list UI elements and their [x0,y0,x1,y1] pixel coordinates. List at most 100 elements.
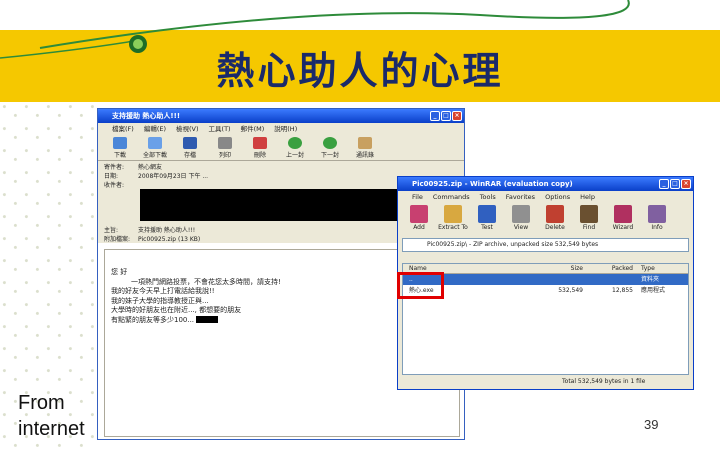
delete-label: 刪除 [253,152,266,159]
test-label: Test [481,224,493,231]
body-line: 我的妹子大學的指導教授正與... [111,296,209,305]
extract-to-button[interactable]: Extract To [438,205,468,235]
download-all-button[interactable]: 全部下載 [139,135,171,160]
info-button[interactable]: Info [642,205,672,235]
from-label: 寄件者: [104,164,125,171]
archive-path: Pic00925.zip\ - ZIP archive, unpacked si… [427,241,599,248]
attachment-link[interactable]: Pic00925.zip (13 KB) [138,235,200,244]
winrar-toolbar: Add Extract To Test View Delete Find Wiz… [398,203,693,237]
file-size: 532,549 [558,287,583,294]
save-icon [183,137,197,149]
save-label: 存檔 [183,152,196,159]
email-body-text: 您 好 一項熱門網路投票，不會花您太多時間，請支持! 我的好友今天早上打電話給我說… [111,268,281,326]
info-label: Info [651,224,663,231]
close-button[interactable]: × [681,179,691,189]
file-row[interactable]: .. 資料夾 [403,274,688,285]
body-line: 您 好 [111,268,128,276]
address-book-button[interactable]: 通訊錄 [349,135,381,160]
close-button[interactable]: × [452,111,462,121]
download-label: 下載 [113,152,126,159]
subject-value: 支持援助 熱心助人!!! [138,227,196,234]
body-line-with-redaction: 有點緊的朋友等多少100... [111,316,281,326]
add-label: Add [413,224,425,231]
to-label: 收件者: [104,182,125,189]
extract-icon [444,205,462,223]
winrar-menubar: File Commands Tools Favorites Options He… [398,191,693,203]
body-line: 大學時的好朋友也在附近..., 都想要的朋友 [111,306,242,315]
file-packed: 12,855 [612,287,633,294]
email-toolbar: 下載 全部下載 存檔 列印 刪除 上一封 下一封 通訊錄 [98,135,464,161]
minimize-button[interactable]: _ [659,179,669,189]
next-button[interactable]: 下一封 [314,135,346,160]
download-icon [113,137,127,149]
file-row[interactable]: 熱心.exe 532,549 12,855 應用程式 [403,285,688,296]
menu-edit[interactable]: 編輯(E) [144,123,166,135]
email-title: 支持援助 熱心助人!!! [112,112,181,120]
download-all-icon [148,137,162,149]
status-bar: Total 532,549 bytes in 1 file [562,378,646,385]
download-button[interactable]: 下載 [104,135,136,160]
slide-title: 熱心助人的心理 [216,49,504,93]
delete-button[interactable]: Delete [540,205,570,235]
view-icon [512,205,530,223]
add-button[interactable]: Add [404,205,434,235]
menu-file[interactable]: File [412,191,423,203]
file-size [533,274,583,285]
up-arrow-icon [288,137,302,149]
menu-options[interactable]: Options [545,191,570,203]
page-number: 39 [644,417,659,432]
archive-file-list: Name Size Packed Type .. 資料夾 熱心.exe 532,… [402,263,689,375]
save-button[interactable]: 存檔 [174,135,206,160]
menu-file[interactable]: 檔案(F) [112,123,134,135]
winrar-title: Pic00925.zip - WinRAR (evaluation copy) [412,180,573,188]
body-line: 有點緊的朋友等多少100... [111,315,195,324]
date-value: 2008年09月23日 下午 ... [138,173,209,180]
attachment-label: 附加檔案: [104,236,131,243]
previous-button[interactable]: 上一封 [279,135,311,160]
file-type: 資料夾 [641,276,660,283]
minimize-button[interactable]: _ [430,111,440,121]
add-icon [410,205,428,223]
wizard-icon [614,205,632,223]
menu-help[interactable]: 說明(H) [274,123,297,135]
col-packed[interactable]: Packed [583,264,633,273]
maximize-button[interactable]: □ [670,179,680,189]
menu-tools[interactable]: Tools [480,191,496,203]
menu-view[interactable]: 檢視(V) [176,123,199,135]
previous-label: 上一封 [285,152,304,159]
find-label: Find [582,224,596,231]
extract-label: Extract To [438,224,468,231]
menu-mail[interactable]: 郵件(M) [241,123,265,135]
highlight-box [397,272,444,299]
view-button[interactable]: View [506,205,536,235]
delete-button[interactable]: 刪除 [244,135,276,160]
next-label: 下一封 [320,152,339,159]
file-packed [583,274,633,285]
down-arrow-icon [323,137,337,149]
col-size[interactable]: Size [533,264,583,273]
email-menubar: 檔案(F) 編輯(E) 檢視(V) 工具(T) 郵件(M) 說明(H) [98,123,464,135]
info-icon [648,205,666,223]
file-list-header: Name Size Packed Type [403,264,688,274]
menu-commands[interactable]: Commands [433,191,470,203]
address-book-label: 通訊錄 [355,152,374,159]
delete-label: Delete [545,224,565,231]
print-label: 列印 [218,152,231,159]
test-button[interactable]: Test [472,205,502,235]
menu-favorites[interactable]: Favorites [506,191,535,203]
print-button[interactable]: 列印 [209,135,241,160]
menu-tools[interactable]: 工具(T) [209,123,231,135]
winrar-title-bar[interactable]: Pic00925.zip - WinRAR (evaluation copy) … [398,177,693,191]
menu-help[interactable]: Help [580,191,595,203]
delete-icon [253,137,267,149]
body-line: 一項熱門網路投票，不會花您太多時間，請支持! [111,277,281,286]
wizard-label: Wizard [612,224,634,231]
email-title-bar[interactable]: 支持援助 熱心助人!!! _ □ × [98,109,464,123]
find-button[interactable]: Find [574,205,604,235]
date-label: 日期: [104,173,119,180]
maximize-button[interactable]: □ [441,111,451,121]
col-type[interactable]: Type [633,264,688,273]
file-type: 應用程式 [641,287,666,294]
archive-path-field[interactable]: Pic00925.zip\ - ZIP archive, unpacked si… [402,238,689,252]
wizard-button[interactable]: Wizard [608,205,638,235]
